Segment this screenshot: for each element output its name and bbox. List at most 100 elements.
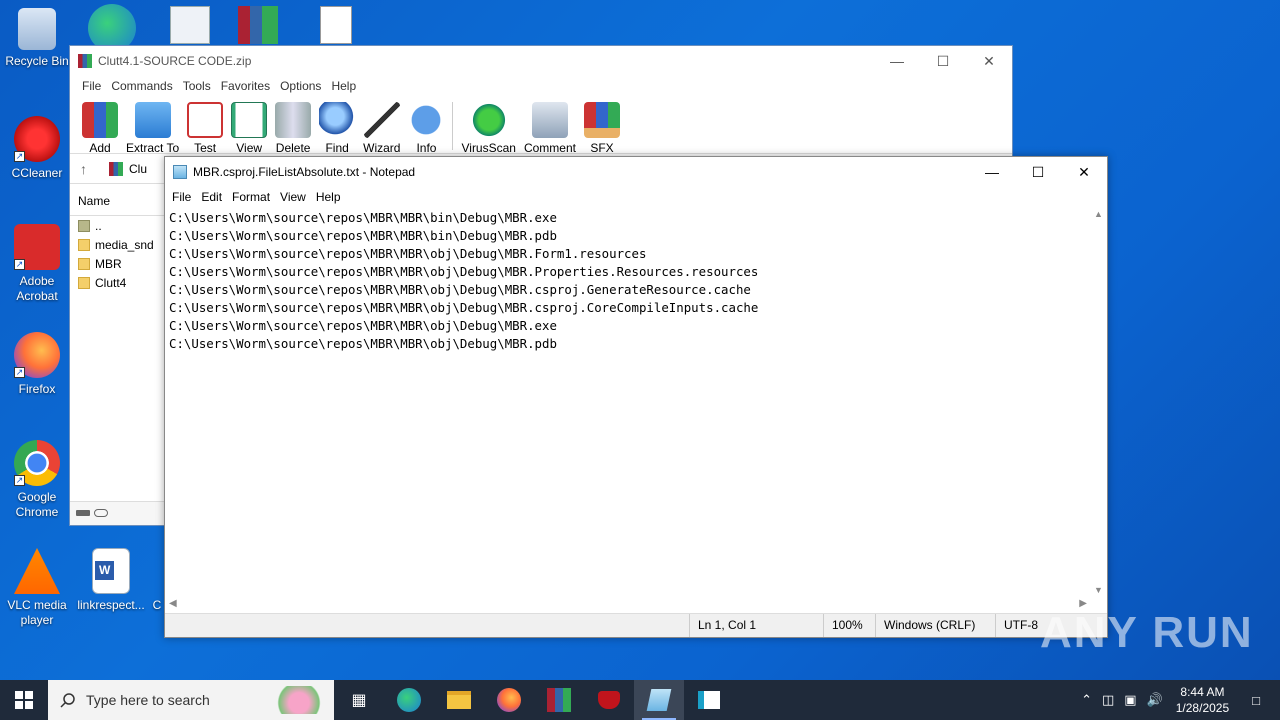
maximize-button[interactable]: ☐ [920, 46, 966, 76]
wizard-button[interactable]: Wizard [363, 96, 400, 155]
test-icon [187, 102, 224, 138]
maximize-button[interactable]: ☐ [1015, 157, 1061, 187]
taskbar-app-window[interactable] [684, 680, 734, 720]
task-view-icon: ▦ [351, 692, 367, 709]
text-file-icon[interactable] [320, 6, 352, 44]
edge-icon [397, 688, 421, 712]
info-button[interactable]: Info [408, 96, 445, 155]
menu-options[interactable]: Options [275, 79, 326, 93]
file-name: MBR [95, 256, 122, 271]
delete-button[interactable]: Delete [275, 96, 312, 155]
clock-date: 1/28/2025 [1175, 701, 1230, 715]
column-header-name[interactable]: Name [70, 186, 164, 216]
text-editor[interactable]: C:\Users\Worm\source\repos\MBR\MBR\bin\D… [165, 207, 1091, 597]
winrar-archive-icon[interactable] [238, 6, 278, 44]
menu-commands[interactable]: Commands [106, 79, 177, 93]
close-button[interactable]: ✕ [966, 46, 1012, 76]
virusscan-button[interactable]: VirusScan [461, 96, 516, 155]
search-icon [60, 693, 75, 708]
menu-view[interactable]: View [275, 190, 311, 204]
desktop-icon-vlc[interactable]: VLC media player [2, 548, 72, 628]
desktop-icon-linkrespect[interactable]: W linkrespect... [76, 548, 146, 613]
network-icon[interactable]: ▣ [1124, 692, 1136, 708]
menu-file[interactable]: File [77, 79, 106, 93]
menu-file[interactable]: File [167, 190, 196, 204]
taskbar: Type here to search ▦ ⌃ ◫ ▣ 🔊 8:44 AM 1/… [0, 680, 1280, 720]
desktop-icon-firefox[interactable]: ↗ Firefox [2, 332, 72, 397]
sfx-label: SFX [590, 141, 614, 155]
task-view-button[interactable]: ▦ [334, 680, 384, 720]
taskbar-winrar[interactable] [534, 680, 584, 720]
image-file-icon[interactable] [170, 6, 210, 44]
start-button[interactable] [0, 680, 48, 720]
desktop-icon-ccleaner[interactable]: ↗ CCleaner [2, 116, 72, 181]
scroll-up-icon[interactable]: ▲ [1094, 209, 1103, 219]
clock[interactable]: 8:44 AM 1/28/2025 [1176, 684, 1229, 716]
line-ending: Windows (CRLF) [875, 614, 995, 637]
sfx-button[interactable]: SFX [583, 96, 620, 155]
taskbar-edge[interactable] [384, 680, 434, 720]
archive-path[interactable]: Clu [129, 162, 147, 176]
add-button[interactable]: Add [82, 96, 118, 155]
list-item[interactable]: Clutt4 [70, 273, 164, 292]
winrar-titlebar[interactable]: Clutt4.1-SOURCE CODE.zip [70, 46, 1012, 76]
shortcut-arrow-icon: ↗ [14, 367, 25, 378]
text-line: C:\Users\Worm\source\repos\MBR\MBR\obj\D… [169, 300, 759, 315]
desktop-icon-adobe-acrobat[interactable]: ↗ Adobe Acrobat [2, 224, 72, 304]
text-line: C:\Users\Worm\source\repos\MBR\MBR\obj\D… [169, 318, 557, 333]
find-label: Find [325, 141, 349, 155]
cursor-position: Ln 1, Col 1 [689, 614, 823, 637]
word-doc-icon: W [92, 548, 130, 594]
taskbar-file-explorer[interactable] [434, 680, 484, 720]
vlc-icon [14, 548, 60, 594]
clock-time: 8:44 AM [1180, 685, 1225, 699]
view-button[interactable]: View [231, 96, 268, 155]
file-name: .. [95, 218, 102, 233]
taskbar-search-box[interactable]: Type here to search [48, 680, 334, 720]
chrome-icon: ↗ [14, 440, 60, 486]
desktop-icon-google-chrome[interactable]: ↗ Google Chrome [2, 440, 72, 520]
chevron-up-icon[interactable]: ⌃ [1081, 692, 1092, 708]
menu-help[interactable]: Help [311, 190, 346, 204]
vertical-scrollbar[interactable]: ▲ ▼ [1091, 207, 1107, 597]
toolbar-separator [452, 102, 454, 150]
scroll-left-icon[interactable]: ◀ [169, 598, 177, 609]
taskbar-notepad[interactable] [634, 680, 684, 720]
minimize-button[interactable]: — [969, 157, 1015, 187]
menu-edit[interactable]: Edit [196, 190, 227, 204]
menu-tools[interactable]: Tools [178, 79, 216, 93]
scroll-down-icon[interactable]: ▼ [1094, 585, 1103, 595]
menu-favorites[interactable]: Favorites [216, 79, 275, 93]
extract-to-button[interactable]: Extract To [126, 96, 179, 155]
find-button[interactable]: Find [319, 96, 356, 155]
add-label: Add [89, 141, 111, 155]
network-adapter-icon[interactable]: ◫ [1102, 692, 1114, 708]
parent-folder-icon [78, 219, 90, 232]
list-item[interactable]: .. [70, 216, 164, 235]
desktop-icon-recycle-bin[interactable]: Recycle Bin [2, 8, 72, 69]
winrar-icon [547, 688, 571, 712]
test-button[interactable]: Test [187, 96, 224, 155]
volume-icon[interactable]: 🔊 [1147, 692, 1163, 708]
test-label: Test [194, 141, 217, 155]
taskbar-firefox[interactable] [484, 680, 534, 720]
extract-to-label: Extract To [126, 141, 180, 155]
view-label: View [236, 141, 263, 155]
desktop-icon-partial[interactable]: C [150, 548, 164, 613]
list-item[interactable]: media_snd [70, 235, 164, 254]
horizontal-scrollbar[interactable]: ◀ ▶ [165, 597, 1091, 613]
menu-format[interactable]: Format [227, 190, 275, 204]
desktop-icon-label: Recycle Bin [5, 54, 69, 68]
comment-button[interactable]: Comment [524, 96, 576, 155]
zoom-level: 100% [823, 614, 875, 637]
search-placeholder: Type here to search [86, 692, 210, 708]
up-arrow-icon[interactable]: ↑ [80, 161, 87, 177]
minimize-button[interactable]: — [874, 46, 920, 76]
notification-icon[interactable]: □ [1252, 693, 1260, 708]
firefox-icon [497, 688, 521, 712]
notepad-titlebar[interactable]: MBR.csproj.FileListAbsolute.txt - Notepa… [165, 157, 1107, 187]
menu-help[interactable]: Help [326, 79, 361, 93]
list-item[interactable]: MBR [70, 254, 164, 273]
taskbar-bull-app[interactable] [584, 680, 634, 720]
close-button[interactable]: ✕ [1061, 157, 1107, 187]
